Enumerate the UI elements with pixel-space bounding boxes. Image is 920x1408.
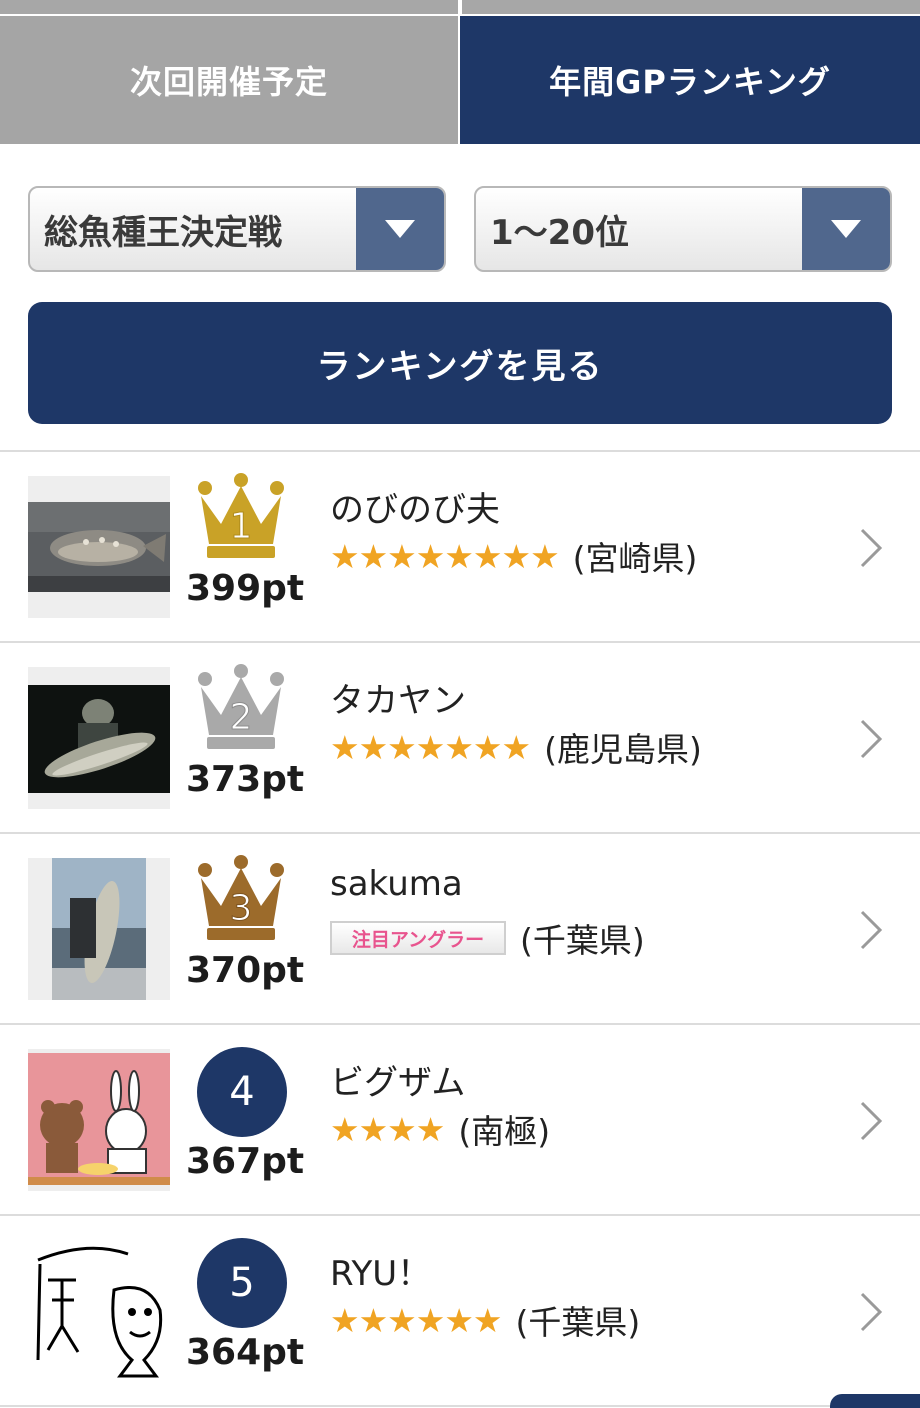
svg-text:2: 2 xyxy=(230,697,253,738)
prefecture: (千葉県) xyxy=(515,1303,641,1342)
angler-name: タカヤン xyxy=(330,681,466,721)
dropdown-arrow-icon[interactable] xyxy=(802,188,890,270)
angler-name: RYU！ xyxy=(330,1254,432,1294)
points: 373pt xyxy=(186,759,305,800)
angler-meta: ★★★★★★ (千葉県) xyxy=(330,1298,641,1343)
view-ranking-button[interactable]: ランキングを見る xyxy=(28,302,892,424)
tab-upcoming[interactable]: 次回開催予定 xyxy=(0,16,458,144)
svg-text:1: 1 xyxy=(230,506,253,547)
prefecture: (鹿児島県) xyxy=(544,730,702,769)
event-select[interactable]: 総魚種王決定戦 xyxy=(28,186,446,272)
angler-meta: ★★★★★★★ (鹿児島県) xyxy=(330,725,702,770)
rank-number-badge: 5 xyxy=(197,1238,287,1328)
prefecture: (南極) xyxy=(458,1112,551,1151)
rating-stars: ★★★★★★ xyxy=(330,1300,503,1340)
angler-name: sakuma xyxy=(330,864,463,904)
ranking-row[interactable]: 5 364pt RYU！ ★★★★★★ (千葉県) xyxy=(0,1216,920,1407)
angler-thumbnail xyxy=(28,1240,170,1382)
rating-stars: ★★★★★★★ xyxy=(330,727,531,767)
angler-name: のびのび夫 xyxy=(330,490,500,530)
angler-thumbnail xyxy=(28,858,170,1000)
chevron-right-icon[interactable] xyxy=(858,1099,884,1143)
range-select-value: 1〜20位 xyxy=(490,212,629,253)
featured-angler-badge: 注目アングラー xyxy=(330,921,506,955)
ranking-row[interactable]: 4 367pt ビグザム ★★★★ (南極) xyxy=(0,1025,920,1216)
ranking-row[interactable]: 2 373pt タカヤン ★★★★★★★ (鹿児島県) xyxy=(0,643,920,834)
event-select-value: 総魚種王決定戦 xyxy=(44,212,282,253)
tab-annual-gp-ranking[interactable]: 年間GPランキング xyxy=(460,16,920,144)
ranking-list: 1 399pt のびのび夫 ★★★★★★★★ (宮崎県) 2 373pt タカヤ… xyxy=(0,450,920,1407)
dropdown-arrow-icon[interactable] xyxy=(356,188,444,270)
chevron-right-icon[interactable] xyxy=(858,717,884,761)
prefecture: (宮崎県) xyxy=(572,539,698,578)
rank-number-badge: 4 xyxy=(197,1047,287,1137)
prefecture: (千葉県) xyxy=(520,921,645,960)
angler-thumbnail xyxy=(28,476,170,618)
rating-stars: ★★★★★★★★ xyxy=(330,536,560,576)
chevron-right-icon[interactable] xyxy=(858,908,884,952)
chevron-right-icon[interactable] xyxy=(858,1290,884,1334)
chevron-right-icon[interactable] xyxy=(858,526,884,570)
points: 364pt xyxy=(186,1332,305,1373)
points: 399pt xyxy=(186,568,305,609)
gold-crown-icon: 1 xyxy=(195,472,287,562)
svg-text:3: 3 xyxy=(230,888,253,929)
top-strip xyxy=(0,0,920,14)
floating-button-edge[interactable] xyxy=(830,1394,920,1408)
tab-bar: 次回開催予定 年間GPランキング xyxy=(0,16,920,144)
angler-meta: ★★★★ (南極) xyxy=(330,1107,551,1152)
ranking-row[interactable]: 1 399pt のびのび夫 ★★★★★★★★ (宮崎県) xyxy=(0,452,920,643)
angler-thumbnail xyxy=(28,667,170,809)
ranking-row[interactable]: 3 370pt sakuma 注目アングラー (千葉県) xyxy=(0,834,920,1025)
points: 367pt xyxy=(186,1141,305,1182)
points: 370pt xyxy=(186,950,305,991)
angler-name: ビグザム xyxy=(330,1063,466,1103)
angler-meta: 注目アングラー (千葉県) xyxy=(330,916,645,960)
bronze-crown-icon: 3 xyxy=(195,854,287,944)
rating-stars: ★★★★ xyxy=(330,1109,445,1149)
silver-crown-icon: 2 xyxy=(195,663,287,753)
angler-thumbnail xyxy=(28,1049,170,1191)
range-select[interactable]: 1〜20位 xyxy=(474,186,892,272)
angler-meta: ★★★★★★★★ (宮崎県) xyxy=(330,534,698,579)
